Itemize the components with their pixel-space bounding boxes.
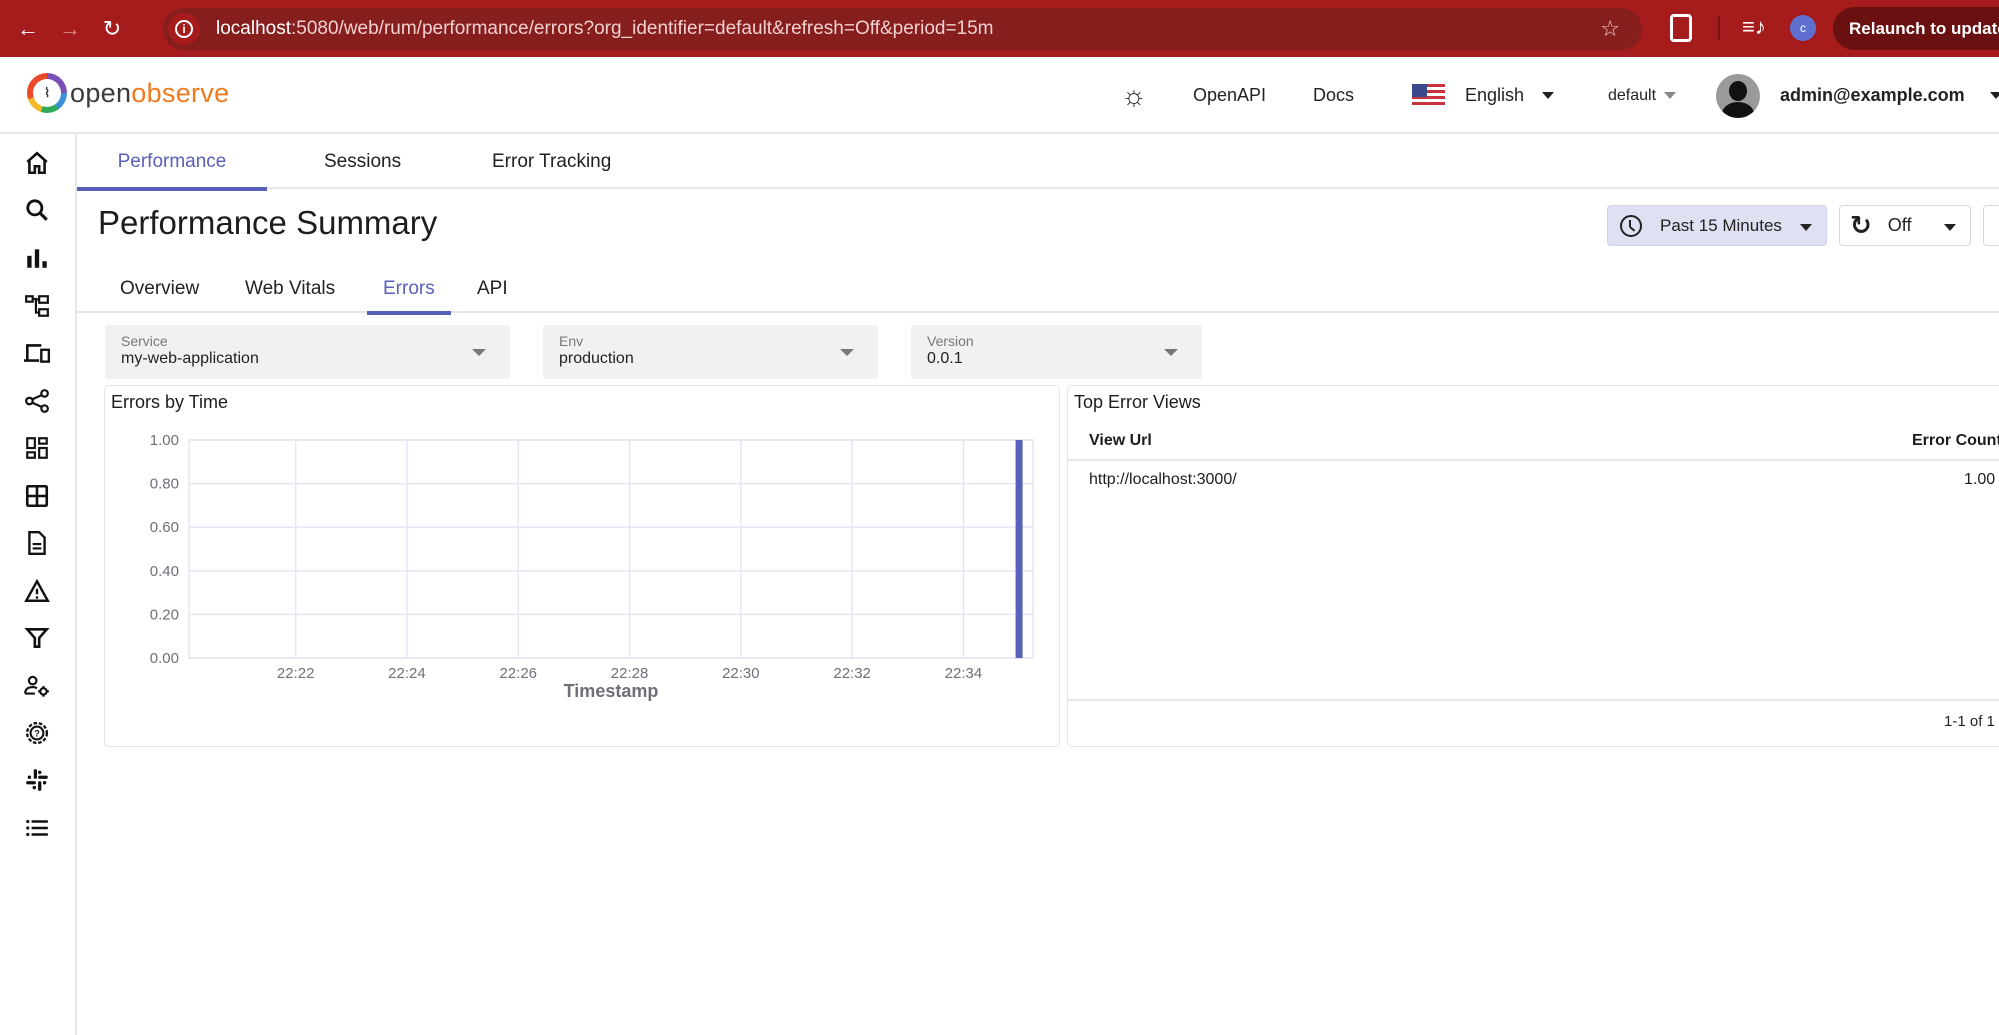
y-tick-label: 0.40 [150,563,179,580]
chevron-down-icon [1542,92,1555,99]
chevron-down-icon [1164,349,1178,356]
logo-ring-icon: ⌇ [27,73,67,113]
x-tick-label: 22:26 [499,665,537,682]
chevron-down-icon [840,349,854,356]
chevron-down-icon [1944,224,1956,231]
x-tick-label: 22:32 [833,665,871,682]
user-avatar-icon [1716,73,1760,118]
errors-by-time-card: Errors by Time 0.00 0.20 0.40 0.60 0.80 1.00 2… [104,385,1060,747]
y-tick-label: 0.80 [150,476,179,493]
table-row[interactable]: http://localhost:3000/ 1.00 [1068,461,1999,501]
tab-sessions[interactable]: Sessions [324,134,401,189]
help-settings-gear-icon[interactable]: ? [22,718,52,748]
plot-area [188,439,1034,659]
bookmark-star-icon[interactable]: ☆ [1600,16,1620,42]
profile-avatar[interactable]: c [1790,15,1816,41]
env-select[interactable]: Env production [543,325,878,379]
service-select[interactable]: Service my-web-application [105,325,510,379]
openapi-link[interactable]: OpenAPI [1193,57,1266,134]
relaunch-button[interactable]: Relaunch to update [1833,7,1999,50]
reload-icon[interactable]: ↻ [98,15,126,43]
clock-icon [1620,214,1642,237]
language-selector[interactable]: English [1412,57,1555,134]
x-tick-label: 22:30 [722,665,760,682]
errors-by-time-chart: 0.00 0.20 0.40 0.60 0.80 1.00 22:22 22:24 22:26 2… [150,432,1034,701]
subtab-api[interactable]: API [477,265,508,313]
top-tabs: Performance Sessions Error Tracking [77,134,1999,191]
chevron-down-icon [1989,92,1999,99]
extensions-icon[interactable] [1670,14,1692,42]
top-error-views-card: Top Error Views View Url Error Count htt… [1067,385,1999,747]
filter-funnel-icon[interactable] [22,623,52,653]
y-tick-label: 0.20 [150,606,179,623]
sidebar-nav: ? [0,134,77,1035]
site-info-icon[interactable]: i [168,13,200,45]
browser-toolbar: ← → ↻ i localhost:5080/web/rum/performan… [0,0,1999,57]
url-text[interactable]: localhost:5080/web/rum/performance/error… [216,18,994,40]
y-tick-label: 0.00 [150,650,179,667]
auto-refresh-picker[interactable]: ↻ Off [1839,205,1971,246]
table-footer: 1-1 of 1 [1068,699,1999,745]
version-select[interactable]: Version 0.0.1 [911,325,1202,379]
report-document-icon[interactable] [22,528,52,558]
traces-icon[interactable] [22,291,52,321]
app-header: ⌇ openobserve ☼ OpenAPI Docs English def… [0,57,1999,134]
chevron-down-icon [472,349,486,356]
alert-warning-icon[interactable] [22,576,52,606]
view-url-cell: http://localhost:3000/ [1089,471,1237,488]
chevron-down-icon [1664,92,1677,99]
x-axis-label: Timestamp [564,681,659,701]
address-bar[interactable]: i localhost:5080/web/rum/performance/err… [163,8,1642,50]
devices-icon[interactable] [22,338,52,368]
column-header-view-url[interactable]: View Url [1089,432,1152,450]
streams-grid-icon[interactable] [22,481,52,511]
refresh-clock-icon: ↻ [1850,210,1872,240]
dashboard-icon[interactable] [22,433,52,463]
docs-link[interactable]: Docs [1313,57,1354,134]
media-control-icon[interactable]: ≡♪ [1742,14,1766,40]
forward-arrow-icon[interactable]: → [56,15,84,43]
table-title: Top Error Views [1074,392,1201,412]
us-flag-icon [1412,83,1445,108]
list-menu-icon[interactable] [22,813,52,843]
search-icon[interactable] [22,195,52,225]
bar [1015,440,1023,658]
tab-error-tracking[interactable]: Error Tracking [492,134,611,189]
x-tick-label: 22:34 [945,665,983,682]
x-tick-label: 22:24 [388,665,426,682]
slack-icon[interactable] [22,765,52,795]
svg-text:?: ? [34,729,40,739]
x-tick-label: 22:28 [611,665,649,682]
y-tick-label: 1.00 [150,432,179,449]
toolbar-divider [1718,16,1720,40]
home-icon[interactable] [22,148,52,178]
bar-chart-icon[interactable] [22,243,52,273]
page-title: Performance Summary [98,204,438,241]
user-menu[interactable]: admin@example.com [1716,57,1999,134]
share-pipeline-icon[interactable] [22,386,52,416]
chevron-down-icon [1800,224,1812,231]
y-tick-label: 0.60 [150,519,179,536]
x-tick-label: 22:22 [277,665,315,682]
performance-sub-tabs: Overview Web Vitals Errors API [77,265,1999,315]
tab-performance[interactable]: Performance [77,134,267,191]
subtab-errors[interactable]: Errors [367,265,451,315]
table-header: View Url Error Count [1068,426,1999,461]
theme-toggle-sun-icon[interactable]: ☼ [1121,57,1147,134]
user-settings-icon[interactable] [22,671,52,701]
back-arrow-icon[interactable]: ← [14,15,42,43]
error-count-cell: 1.00 [1964,471,1996,488]
subtab-web-vitals[interactable]: Web Vitals [245,265,335,313]
subtab-overview[interactable]: Overview [120,265,199,313]
run-query-button[interactable] [1983,205,1999,246]
org-selector[interactable]: default [1608,57,1677,134]
column-header-error-count[interactable]: Error Count [1912,432,1999,450]
openobserve-logo[interactable]: ⌇ openobserve [27,73,229,113]
pagination-label: 1-1 of 1 [1944,713,1995,730]
time-range-picker[interactable]: Past 15 Minutes [1607,205,1827,246]
